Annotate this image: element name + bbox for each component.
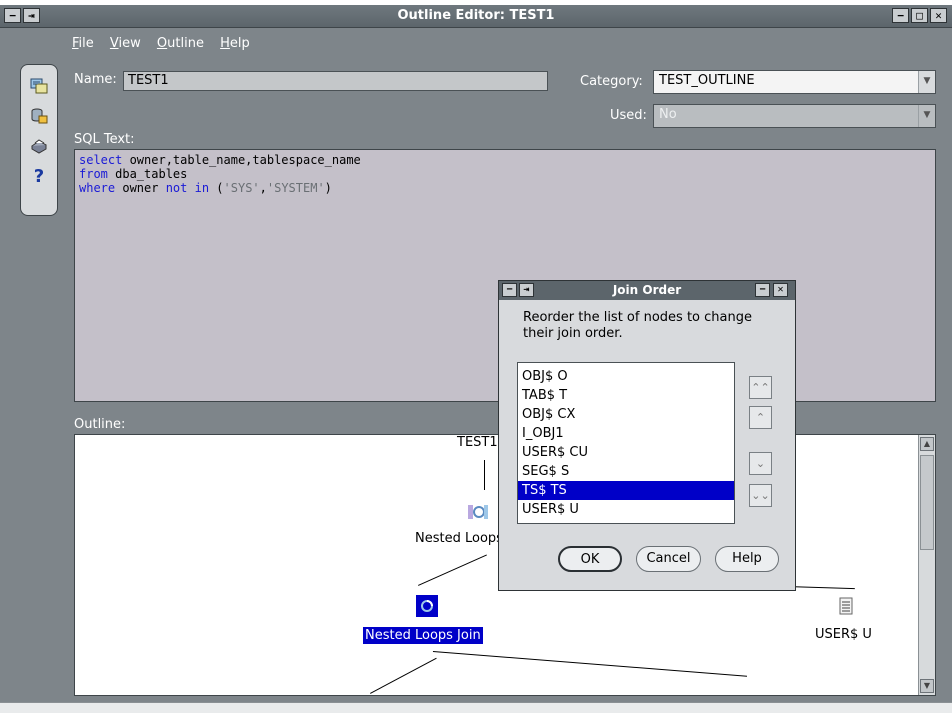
dialog-title: Join Order <box>612 283 682 297</box>
double-chevron-up-icon: ⌃⌃ <box>751 381 770 394</box>
menu-bar: File View Outline Help <box>72 36 262 56</box>
name-label: Name: <box>74 72 117 87</box>
tree-connector <box>418 554 487 586</box>
close-button[interactable]: ✕ <box>930 8 947 23</box>
category-value: TEST_OUTLINE <box>659 73 755 88</box>
chevron-down-icon[interactable]: ▼ <box>918 71 935 93</box>
join-order-dialog: − ⇥ Join Order − ✕ Reorder the list of n… <box>498 280 796 591</box>
menu-file[interactable]: File <box>72 36 94 51</box>
double-chevron-down-icon: ⌄⌄ <box>751 489 770 502</box>
dialog-message: Reorder the list of nodes to change thei… <box>523 310 752 341</box>
right-node-label[interactable]: USER$ U <box>815 627 872 642</box>
sql-line: select owner,table_name,tablespace_name <box>79 153 361 167</box>
dialog-minimize-button[interactable]: − <box>755 283 770 297</box>
used-value: No <box>659 107 677 122</box>
used-label: Used: <box>610 108 647 123</box>
root-node-label[interactable]: TEST1 <box>457 435 498 450</box>
nested-loops-icon[interactable] <box>467 501 489 523</box>
list-item[interactable]: USER$ U <box>518 500 734 519</box>
print-icon[interactable] <box>28 135 50 157</box>
tree-connector <box>432 651 748 677</box>
outline-editor-window: − ⇥ Outline Editor: TEST1 − □ ✕ File Vie… <box>0 0 952 713</box>
menu-view[interactable]: View <box>110 36 141 51</box>
list-item-selected[interactable]: TS$ TS <box>518 481 734 500</box>
move-top-button[interactable]: ⌃⌃ <box>749 376 772 399</box>
list-item[interactable]: OBJ$ O <box>518 367 734 386</box>
chevron-down-icon[interactable]: ▼ <box>918 105 935 127</box>
category-select[interactable]: TEST_OUTLINE ▼ <box>653 70 936 94</box>
help-button[interactable]: Help <box>715 546 779 572</box>
scroll-up-button[interactable]: ▲ <box>920 437 934 451</box>
help-icon[interactable]: ? <box>28 165 50 187</box>
join-order-list[interactable]: OBJ$ O TAB$ T OBJ$ CX I_OBJ1 USER$ CU SE… <box>517 362 735 524</box>
list-item[interactable]: I_OBJ1 <box>518 424 734 443</box>
vertical-toolbar: ? <box>20 64 58 216</box>
sql-tuning-icon[interactable] <box>28 75 50 97</box>
selected-join-label[interactable]: Nested Loops Join <box>363 627 483 644</box>
window-title: Outline Editor: TEST1 <box>397 8 555 23</box>
dialog-title-bar[interactable]: − ⇥ Join Order − ✕ <box>499 281 795 300</box>
scroll-down-button[interactable]: ▼ <box>920 679 934 693</box>
move-bottom-button[interactable]: ⌄⌄ <box>749 484 772 507</box>
selected-join-icon[interactable] <box>416 595 438 617</box>
move-down-button[interactable]: ⌄ <box>749 452 772 475</box>
outline-label: Outline: <box>74 417 126 432</box>
database-icon[interactable] <box>28 105 50 127</box>
cancel-button[interactable]: Cancel <box>636 546 701 572</box>
scroll-thumb[interactable] <box>920 455 934 550</box>
list-item[interactable]: SEG$ S <box>518 462 734 481</box>
sql-line: where owner not in ('SYS','SYSTEM') <box>79 181 332 195</box>
title-bar[interactable]: − ⇥ Outline Editor: TEST1 − □ ✕ <box>0 5 952 28</box>
move-up-button[interactable]: ⌃ <box>749 406 772 429</box>
list-item[interactable]: USER$ CU <box>518 443 734 462</box>
maximize-button[interactable]: □ <box>911 8 928 23</box>
list-item[interactable]: TAB$ T <box>518 386 734 405</box>
list-item[interactable]: OBJ$ CX <box>518 405 734 424</box>
sql-line: from dba_tables <box>79 167 188 181</box>
menu-help[interactable]: Help <box>220 36 250 51</box>
name-field[interactable]: TEST1 <box>123 71 548 91</box>
table-icon[interactable] <box>835 595 857 617</box>
ok-button[interactable]: OK <box>558 546 622 572</box>
outline-vertical-scrollbar[interactable]: ▲ ▼ <box>918 435 935 695</box>
chevron-down-icon: ⌄ <box>755 457 766 470</box>
chevron-up-icon: ⌃ <box>755 411 766 424</box>
menu-outline[interactable]: Outline <box>157 36 204 51</box>
bottom-edge <box>0 702 952 713</box>
tree-connector <box>484 460 485 490</box>
tree-connector <box>370 657 437 694</box>
sql-text-label: SQL Text: <box>74 132 135 147</box>
dialog-close-button[interactable]: ✕ <box>773 283 788 297</box>
used-select[interactable]: No ▼ <box>653 104 936 128</box>
minimize-button[interactable]: − <box>892 8 909 23</box>
category-label: Category: <box>580 74 643 89</box>
